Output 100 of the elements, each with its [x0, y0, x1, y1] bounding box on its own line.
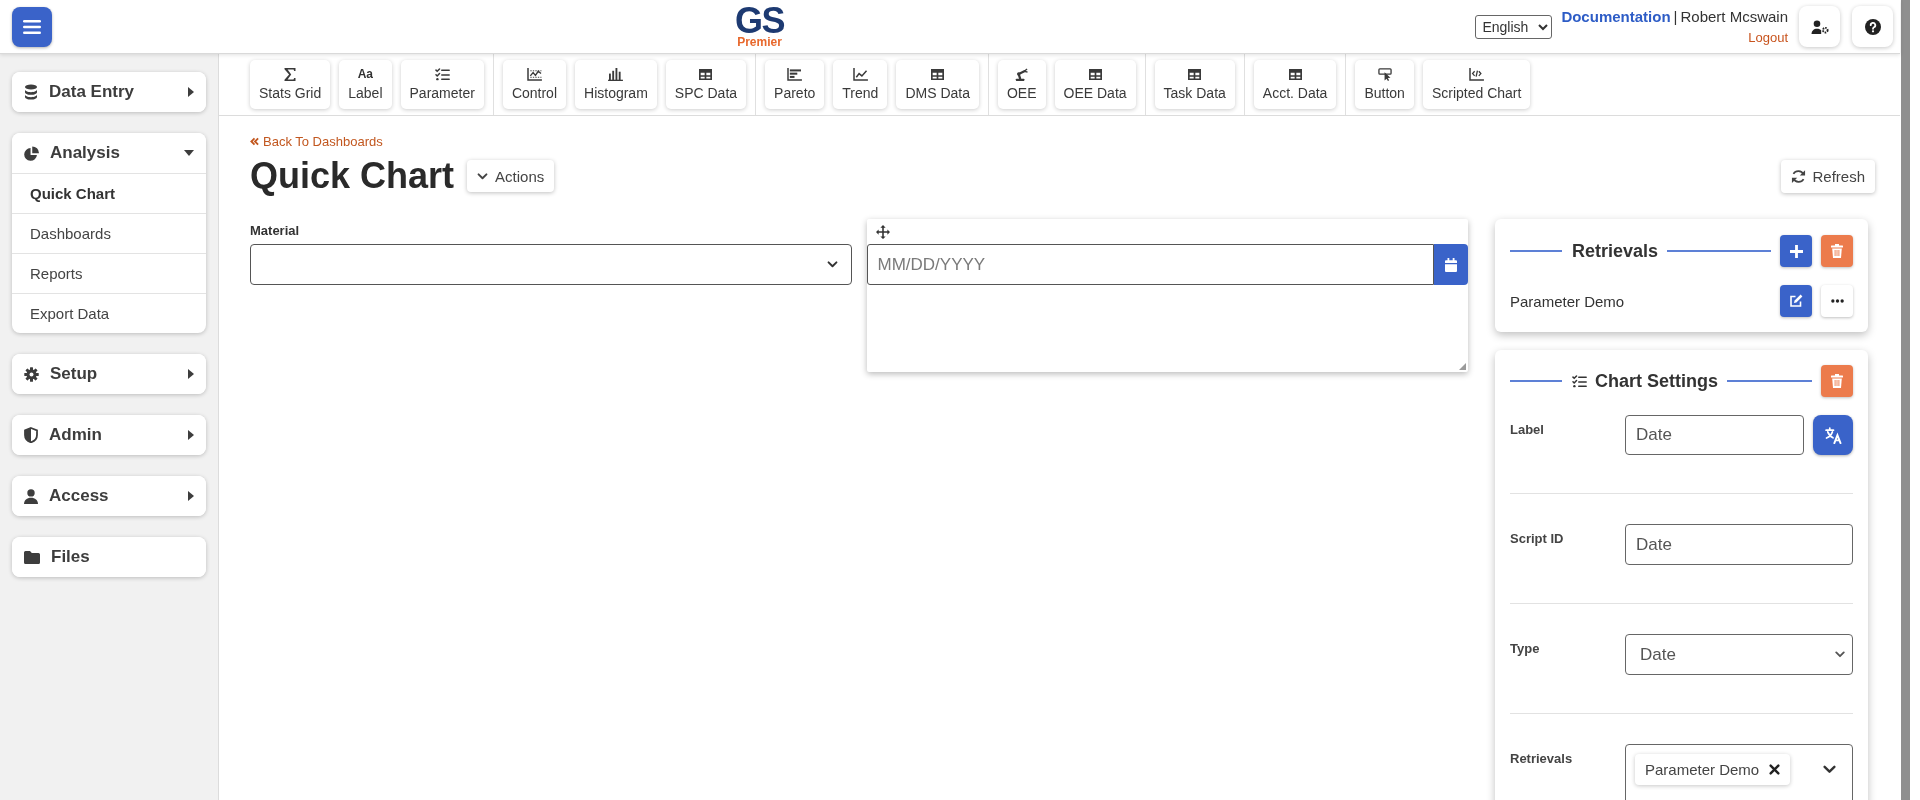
- pointer-icon: [1377, 68, 1392, 81]
- menu-button[interactable]: [12, 6, 52, 47]
- folder-icon: [24, 550, 40, 564]
- chevron-down-icon: [826, 261, 838, 268]
- checklist-icon: [1572, 374, 1587, 388]
- toolbar-button[interactable]: Stats Grid: [250, 60, 331, 109]
- text-input[interactable]: Date: [1625, 415, 1804, 455]
- scrollbar-thumb[interactable]: [1901, 0, 1910, 800]
- table-icon: [1287, 68, 1303, 81]
- edit-button[interactable]: [1780, 285, 1812, 317]
- back-link[interactable]: Back To Dashboards: [250, 133, 383, 150]
- delete-button[interactable]: [1821, 235, 1853, 267]
- gear-icon: [24, 366, 39, 382]
- field-label: Material: [250, 223, 301, 239]
- logo-text: GS: [735, 4, 784, 36]
- dropdown-field[interactable]: Date: [1625, 634, 1853, 675]
- field-label: Retrievals: [1510, 750, 1574, 767]
- code-chart-icon: [1469, 68, 1485, 81]
- separator-text: |: [1673, 7, 1678, 27]
- sidebar-menu-button[interactable]: Access: [12, 476, 206, 516]
- line-chart-icon: [526, 68, 542, 81]
- date-input[interactable]: MM/DD/YYYY: [866, 244, 1434, 285]
- toolbar-button[interactable]: Pareto: [765, 60, 825, 109]
- delete-button[interactable]: [1821, 365, 1853, 397]
- page-title: Quick Chart: [250, 156, 455, 196]
- user-name: Robert Mcswain: [1680, 7, 1788, 27]
- ellipsis-icon: [1830, 299, 1844, 303]
- calendar-button[interactable]: [1434, 244, 1468, 285]
- sidebar-link[interactable]: Quick Chart: [12, 173, 206, 213]
- sidebar-menu-button[interactable]: Data Entry: [12, 72, 206, 112]
- calendar-icon: [1445, 257, 1457, 272]
- shield-icon: [24, 427, 38, 443]
- material-select[interactable]: [250, 244, 852, 285]
- panel-title: Retrievals: [1572, 240, 1659, 262]
- sidebar-link[interactable]: Reports: [12, 253, 206, 293]
- table-icon: [1187, 68, 1203, 81]
- logout-link[interactable]: Logout: [1748, 29, 1788, 46]
- trash-icon: [1831, 374, 1843, 388]
- sidebar-link[interactable]: Export Data: [12, 293, 206, 333]
- add-button[interactable]: [1780, 235, 1812, 267]
- toolbar-button[interactable]: Histogram: [575, 60, 657, 109]
- table-icon: [930, 68, 946, 81]
- database-icon: [24, 84, 38, 100]
- documentation-link[interactable]: Documentation: [1561, 7, 1671, 27]
- resize-handle-icon[interactable]: [1459, 363, 1466, 370]
- toolbar-button[interactable]: DMS Data: [896, 60, 979, 109]
- sidebar-menu-button[interactable]: Analysis: [12, 133, 206, 173]
- bar-chart-icon: [608, 68, 624, 81]
- trash-icon: [1831, 244, 1843, 258]
- toolbar-button[interactable]: SPC Data: [665, 60, 747, 109]
- help-icon: [1864, 18, 1881, 35]
- close-icon[interactable]: [1769, 764, 1781, 775]
- toolbar-button[interactable]: Parameter: [400, 60, 484, 109]
- robot-arm-icon: [1014, 68, 1030, 81]
- field-label: Label: [1510, 421, 1545, 438]
- language-select[interactable]: English: [1475, 14, 1553, 39]
- panel-title: Chart Settings: [1595, 370, 1718, 392]
- checklist-icon: [434, 68, 450, 81]
- actions-button[interactable]: Actions: [467, 160, 555, 192]
- sidebar-menu-button[interactable]: Setup: [12, 354, 206, 394]
- toolbar-button[interactable]: OEE: [997, 60, 1046, 109]
- horizontal-bar-chart-icon: [787, 68, 803, 81]
- trend-chart-icon: [852, 68, 868, 81]
- selected-tag[interactable]: Parameter Demo: [1635, 754, 1791, 785]
- translate-icon: [1824, 426, 1842, 444]
- user-settings-button[interactable]: [1799, 6, 1840, 47]
- multi-select-field[interactable]: Parameter Demo: [1625, 744, 1853, 800]
- field-label: Script ID: [1510, 530, 1565, 547]
- text-input[interactable]: Date: [1625, 524, 1853, 565]
- refresh-button[interactable]: Refresh: [1781, 159, 1875, 193]
- toolbar-button[interactable]: Aa Label: [339, 60, 392, 109]
- toolbar-button[interactable]: Trend: [833, 60, 888, 109]
- more-button[interactable]: [1821, 285, 1853, 317]
- toolbar-button[interactable]: Scripted Chart: [1422, 60, 1531, 109]
- refresh-icon: [1791, 168, 1807, 184]
- toolbar-button[interactable]: Control: [502, 60, 566, 109]
- menu-icon: [23, 19, 41, 34]
- toolbar-button[interactable]: Button: [1355, 60, 1414, 109]
- double-chevron-left-icon: [250, 137, 259, 146]
- field-label: Type: [1510, 640, 1541, 657]
- chevron-down-icon: [1823, 765, 1836, 774]
- user-gear-icon: [1810, 19, 1829, 34]
- edit-icon: [1789, 294, 1803, 308]
- sidebar-menu-button[interactable]: Admin: [12, 415, 206, 455]
- font-icon: Aa: [357, 68, 374, 81]
- user-icon: [24, 488, 38, 504]
- pie-chart-icon: [24, 145, 39, 161]
- toolbar-button[interactable]: Task Data: [1154, 60, 1235, 109]
- help-button[interactable]: [1852, 6, 1893, 47]
- sidebar-link[interactable]: Dashboards: [12, 213, 206, 253]
- toolbar-button[interactable]: Acct. Data: [1253, 60, 1337, 109]
- retrieval-name: Parameter Demo: [1510, 292, 1626, 310]
- translate-button[interactable]: [1813, 415, 1853, 455]
- chevron-down-icon: [477, 172, 489, 180]
- sidebar-menu-button[interactable]: Files: [12, 537, 206, 577]
- drag-handle[interactable]: [866, 219, 900, 244]
- chevron-down-icon: [1835, 651, 1845, 658]
- sigma-icon: [284, 68, 297, 81]
- toolbar-button[interactable]: OEE Data: [1054, 60, 1136, 109]
- plus-icon: [1789, 244, 1803, 258]
